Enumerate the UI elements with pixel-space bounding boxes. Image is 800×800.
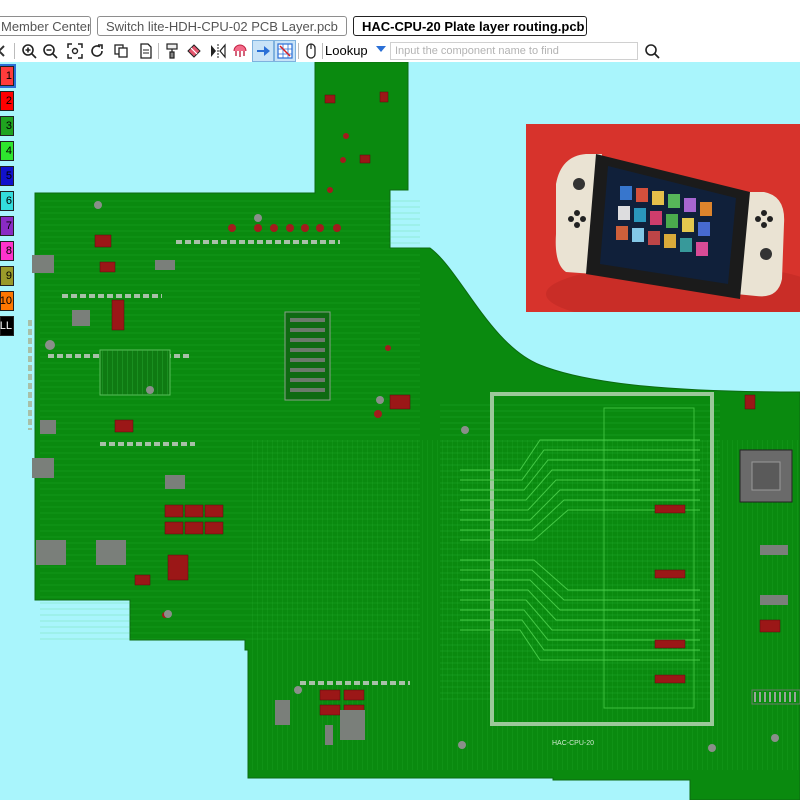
layer-8-button[interactable]: 8 — [0, 241, 14, 261]
layer-10-button[interactable]: 10 — [0, 291, 14, 311]
tab-member-center[interactable]: Member Center — [0, 16, 91, 36]
layer-label: 2 — [5, 95, 12, 107]
layer-label: 8 — [5, 245, 12, 257]
toolbar-divider — [322, 43, 323, 59]
layer-label: 10 — [0, 295, 12, 307]
paint-brush-icon[interactable] — [162, 41, 182, 61]
eraser-icon[interactable] — [184, 41, 204, 61]
layer-label: 5 — [5, 170, 12, 182]
layer-label: 4 — [5, 145, 12, 157]
layer-label: 7 — [5, 220, 12, 232]
lookup-dropdown-label[interactable]: Lookup — [325, 43, 368, 58]
layer-all-button[interactable]: ALL — [0, 316, 14, 336]
component-search-input[interactable] — [390, 42, 638, 60]
fit-view-icon[interactable] — [65, 41, 85, 61]
toolbar: Lookup — [0, 40, 800, 62]
layer-1-button[interactable]: 1 — [0, 64, 16, 88]
mouse-icon[interactable] — [301, 41, 321, 61]
copy-icon[interactable] — [111, 41, 131, 61]
layer-5-button[interactable]: 5 — [0, 166, 14, 186]
chevron-down-icon[interactable] — [376, 46, 386, 52]
layer-6-button[interactable]: 6 — [0, 191, 14, 211]
tab-bar: Member Center Switch lite-HDH-CPU-02 PCB… — [0, 0, 800, 40]
probe-icon[interactable] — [230, 41, 250, 61]
layer-3-button[interactable]: 3 — [0, 116, 14, 136]
layer-9-button[interactable]: 9 — [0, 266, 14, 286]
layer-label: 6 — [5, 195, 12, 207]
tab-switch-lite-pcb[interactable]: Switch lite-HDH-CPU-02 PCB Layer.pcb — [97, 16, 347, 36]
document-icon[interactable] — [136, 41, 156, 61]
tab-hac-cpu-20[interactable]: HAC-CPU-20 Plate layer routing.pcb — [353, 16, 587, 36]
search-icon[interactable] — [642, 41, 662, 61]
nav-left-icon[interactable] — [0, 41, 12, 61]
toolbar-divider — [158, 43, 159, 59]
layer-4-button[interactable]: 4 — [0, 141, 14, 161]
zoom-out-icon[interactable] — [40, 41, 60, 61]
layer-panel: 1 2 3 4 5 6 7 8 9 10 ALL — [0, 64, 16, 341]
mirror-icon[interactable] — [208, 41, 228, 61]
layer-label: 3 — [5, 120, 12, 132]
layer-label: ALL — [0, 320, 12, 332]
rotate-icon[interactable] — [87, 41, 107, 61]
layer-label: 1 — [5, 70, 12, 82]
toolbar-divider — [298, 43, 299, 59]
zoom-in-icon[interactable] — [19, 41, 39, 61]
layer-2-button[interactable]: 2 — [0, 91, 14, 111]
grid-select-icon[interactable] — [274, 40, 296, 62]
console-photo — [526, 124, 800, 312]
layer-label: 9 — [5, 270, 12, 282]
layer-7-button[interactable]: 7 — [0, 216, 14, 236]
toolbar-divider — [14, 43, 15, 59]
board-silkscreen-label: HAC-CPU-20 — [552, 740, 594, 747]
pcb-canvas[interactable]: HAC-CPU-20 1 2 3 4 5 6 7 8 9 10 LL — [0, 62, 800, 800]
layer-arrow-icon[interactable] — [252, 40, 274, 62]
